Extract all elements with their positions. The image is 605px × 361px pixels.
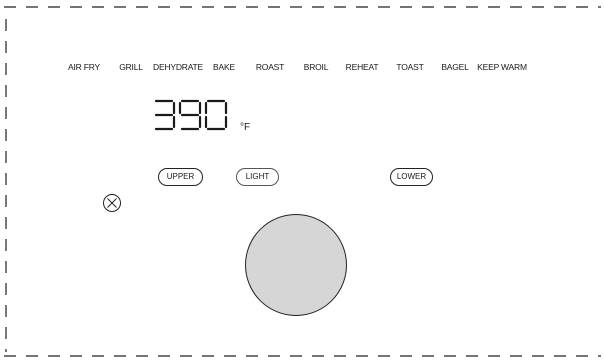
lower-button[interactable]: LOWER: [390, 168, 433, 186]
cancel-icon[interactable]: [102, 193, 122, 213]
control-panel: AIR FRY GRILL DEHYDRATE BAKE ROAST BROIL…: [0, 0, 605, 361]
mode-bake[interactable]: BAKE: [213, 62, 235, 72]
mode-reheat[interactable]: REHEAT: [346, 62, 379, 72]
mode-toast[interactable]: TOAST: [396, 62, 423, 72]
upper-button[interactable]: UPPER: [158, 168, 203, 186]
control-knob[interactable]: [245, 214, 347, 316]
mode-broil[interactable]: BROIL: [304, 62, 329, 72]
mode-dehydrate[interactable]: DEHYDRATE: [153, 62, 203, 72]
mode-keep-warm[interactable]: KEEP WARM: [477, 62, 527, 72]
mode-roast[interactable]: ROAST: [256, 62, 284, 72]
temperature-digits: [154, 99, 228, 131]
light-button[interactable]: LIGHT: [236, 168, 279, 186]
temperature-unit: °F: [240, 122, 251, 133]
mode-selector: AIR FRY GRILL DEHYDRATE BAKE ROAST BROIL…: [0, 62, 605, 76]
mode-grill[interactable]: GRILL: [119, 62, 143, 72]
mode-bagel[interactable]: BAGEL: [441, 62, 469, 72]
mode-air-fry[interactable]: AIR FRY: [68, 62, 100, 72]
